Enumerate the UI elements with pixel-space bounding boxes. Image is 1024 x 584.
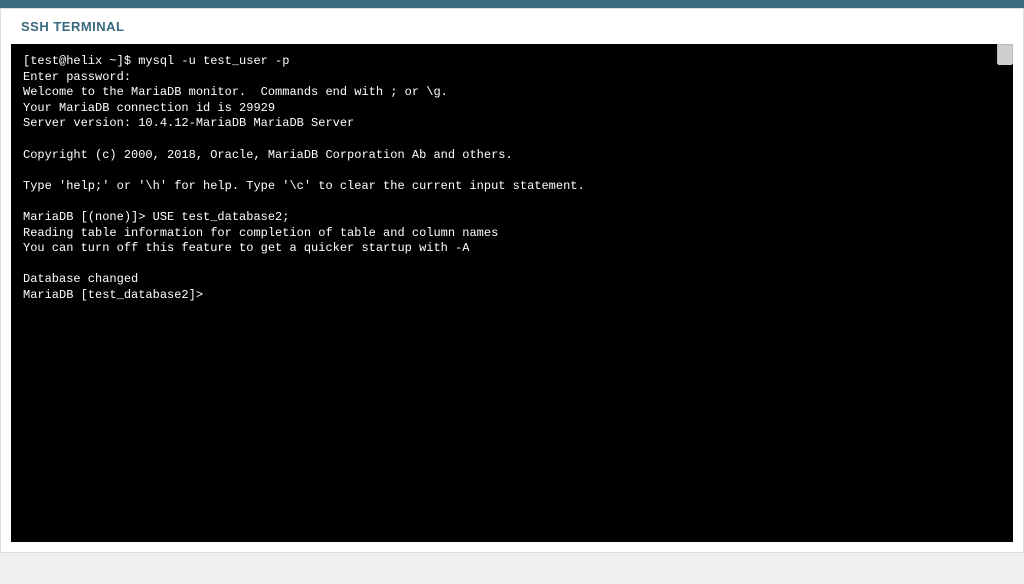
terminal-line: Your MariaDB connection id is 29929 — [23, 101, 275, 115]
terminal-line: Reading table information for completion… — [23, 226, 498, 240]
ssh-terminal-panel: SSH TERMINAL [test@helix ~]$ mysql -u te… — [0, 8, 1024, 553]
panel-title: SSH TERMINAL — [1, 9, 1023, 44]
terminal-line: MariaDB [test_database2]> — [23, 288, 203, 302]
terminal-line: Welcome to the MariaDB monitor. Commands… — [23, 85, 448, 99]
terminal-line: Enter password: — [23, 70, 131, 84]
terminal-line: You can turn off this feature to get a q… — [23, 241, 469, 255]
top-accent-bar — [0, 0, 1024, 8]
terminal-output[interactable]: [test@helix ~]$ mysql -u test_user -p En… — [11, 44, 1013, 542]
terminal-line: Database changed — [23, 272, 138, 286]
panel-body: [test@helix ~]$ mysql -u test_user -p En… — [1, 44, 1023, 552]
terminal-line: Copyright (c) 2000, 2018, Oracle, MariaD… — [23, 148, 513, 162]
scrollbar-thumb[interactable] — [998, 45, 1012, 65]
terminal-line: [test@helix ~]$ mysql -u test_user -p — [23, 54, 289, 68]
terminal-line: Type 'help;' or '\h' for help. Type '\c'… — [23, 179, 585, 193]
terminal-line: MariaDB [(none)]> USE test_database2; — [23, 210, 289, 224]
terminal-scrollbar[interactable] — [997, 44, 1013, 64]
terminal-wrapper: [test@helix ~]$ mysql -u test_user -p En… — [11, 44, 1013, 542]
terminal-line: Server version: 10.4.12-MariaDB MariaDB … — [23, 116, 354, 130]
